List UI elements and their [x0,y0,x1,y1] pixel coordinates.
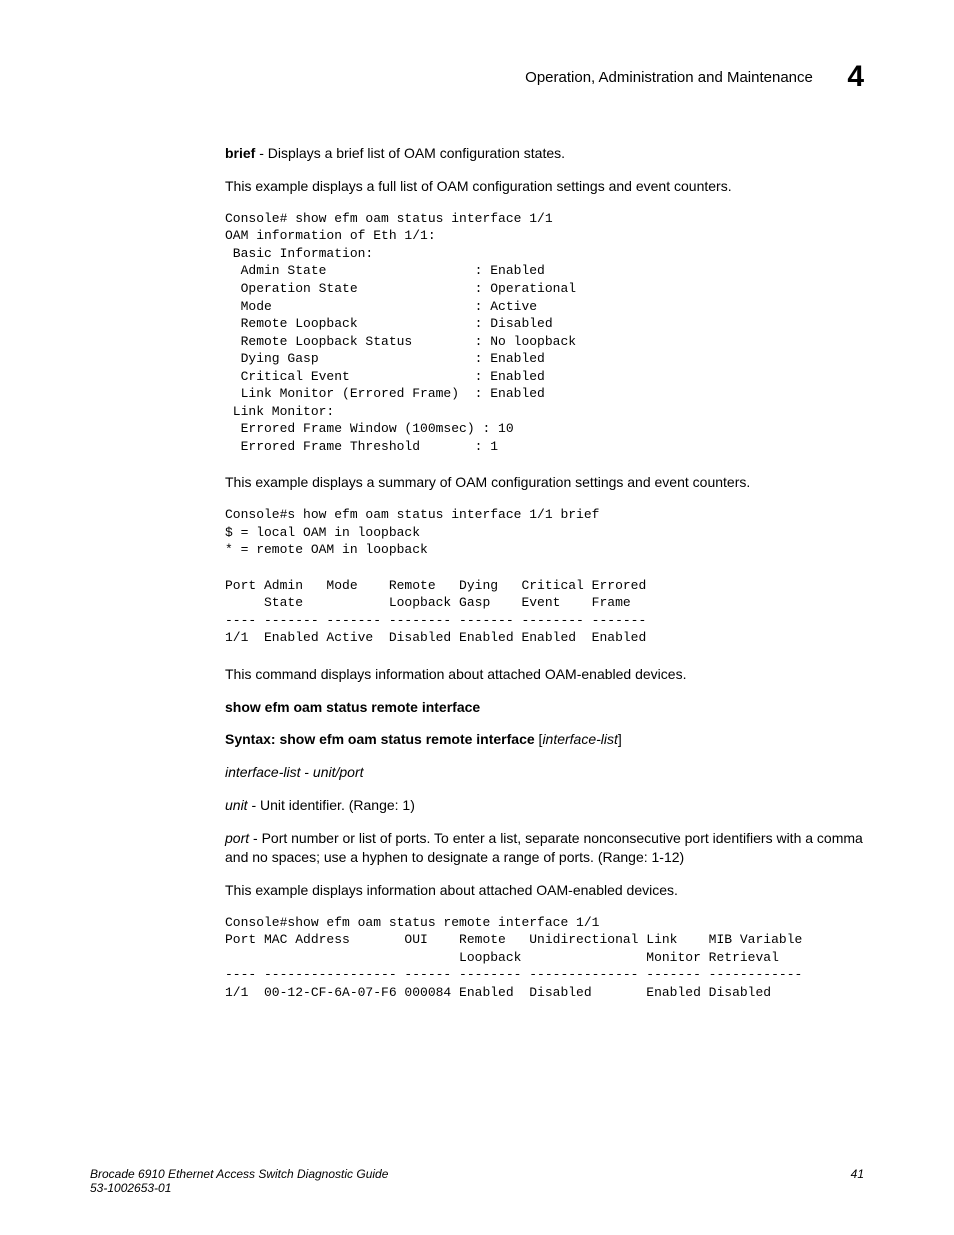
code-block-2: Console#s how efm oam status interface 1… [225,506,864,646]
chapter-number: 4 [847,60,864,94]
footer-doc: Brocade 6910 Ethernet Access Switch Diag… [90,1167,864,1181]
unit-label: unit [225,797,248,813]
command-heading: show efm oam status remote interface [225,698,864,717]
code-block-3: Console#show efm oam status remote inter… [225,914,864,1002]
page-header: Operation, Administration and Maintenanc… [90,60,864,94]
footer-pn: 53-1002653-01 [90,1181,864,1195]
page-number: 41 [851,1167,864,1181]
brief-label: brief [225,145,255,161]
syntax-prefix: Syntax: show efm oam status remote inter… [225,731,535,747]
page: Operation, Administration and Maintenanc… [0,0,954,1235]
port-desc: - Port number or list of ports. To enter… [225,830,863,865]
header-title: Operation, Administration and Maintenanc… [525,69,813,86]
unit-def: unit - Unit identifier. (Range: 1) [225,796,864,815]
paragraph-1: This example displays a full list of OAM… [225,177,864,196]
syntax-param: interface-list [542,731,617,747]
code-block-1: Console# show efm oam status interface 1… [225,210,864,456]
paragraph-2: This example displays a summary of OAM c… [225,473,864,492]
brief-line: brief - Displays a brief list of OAM con… [225,144,864,163]
il-left: interface-list [225,764,300,780]
syntax-line: Syntax: show efm oam status remote inter… [225,730,864,749]
port-def: port - Port number or list of ports. To … [225,829,864,867]
paragraph-3: This command displays information about … [225,665,864,684]
il-sep: - [300,764,312,780]
il-right: unit/port [313,764,364,780]
unit-desc: - Unit identifier. (Range: 1) [248,797,415,813]
paragraph-4: This example displays information about … [225,881,864,900]
content-area: brief - Displays a brief list of OAM con… [225,144,864,1002]
port-label: port [225,830,249,846]
page-footer: 41 Brocade 6910 Ethernet Access Switch D… [90,1167,864,1195]
syntax-close: ] [618,731,622,747]
interface-list-def: interface-list - unit/port [225,763,864,782]
brief-desc: - Displays a brief list of OAM configura… [255,145,565,161]
